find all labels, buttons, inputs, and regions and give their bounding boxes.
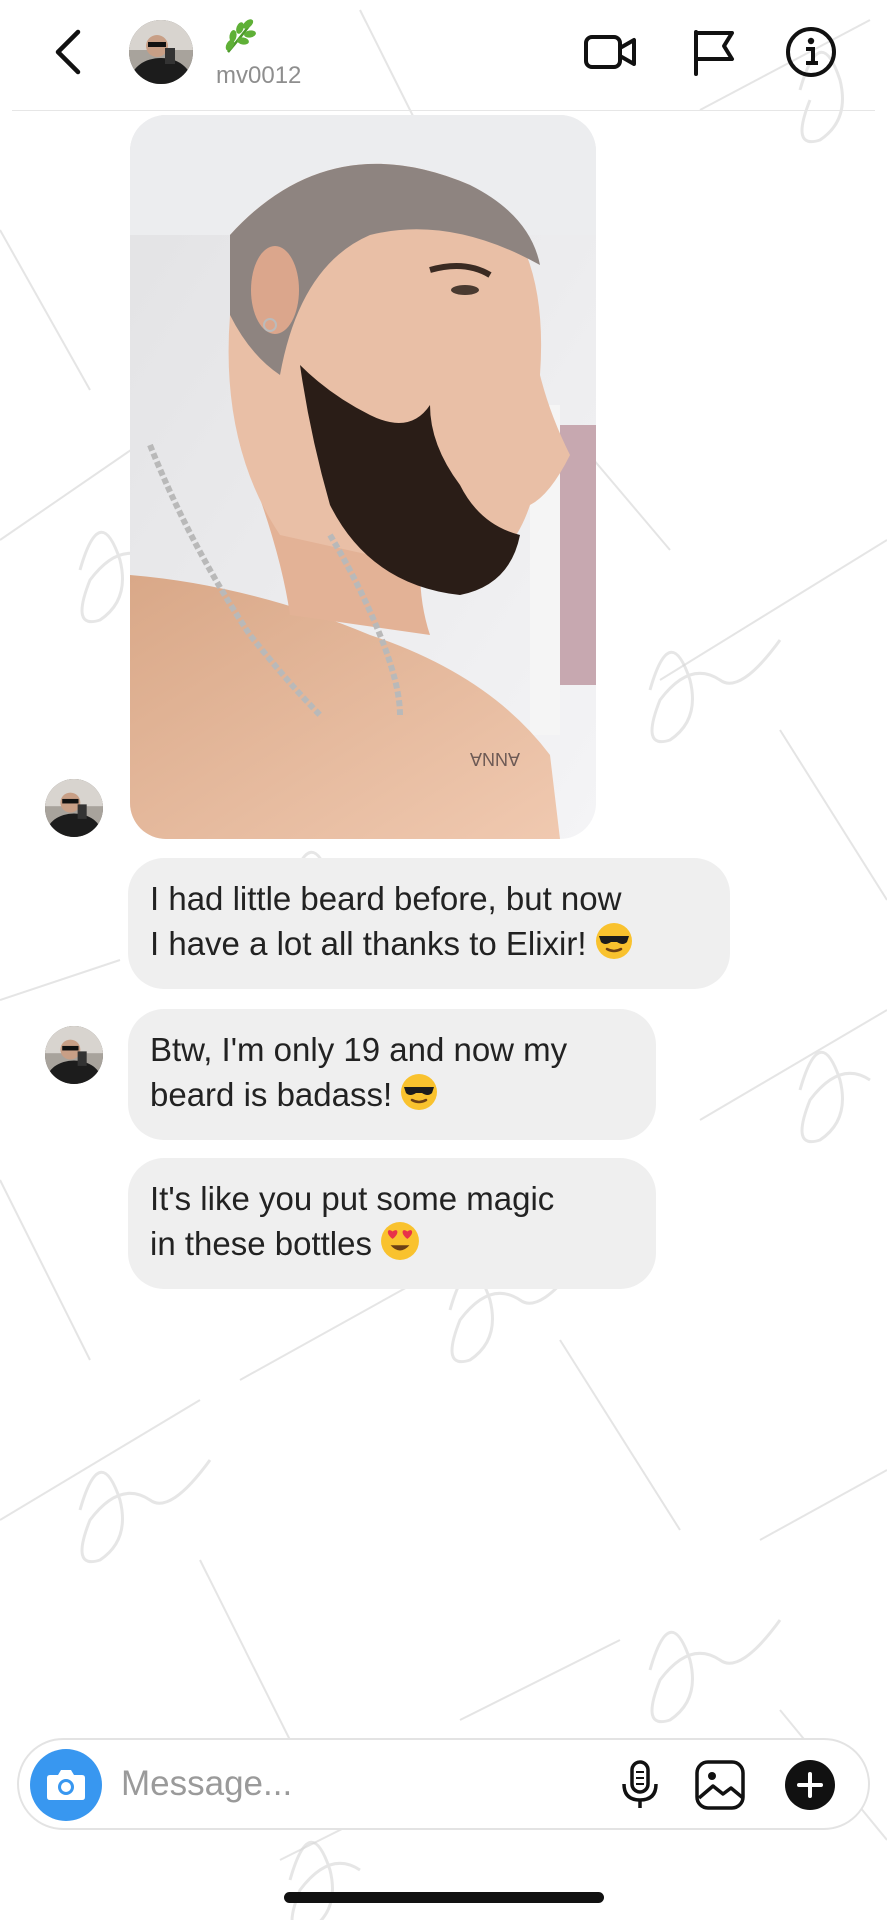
sunglasses-emoji bbox=[595, 922, 633, 971]
microphone-icon bbox=[622, 1760, 658, 1808]
sender-avatar[interactable] bbox=[45, 779, 103, 837]
leaf-icon bbox=[218, 14, 262, 58]
home-indicator bbox=[284, 1892, 604, 1903]
message-input[interactable]: Message... bbox=[121, 1764, 292, 1804]
image-icon bbox=[695, 1760, 745, 1810]
message-bubble[interactable]: I had little beard before, but now I hav… bbox=[128, 858, 730, 989]
flag-icon bbox=[694, 30, 734, 76]
sender-avatar[interactable] bbox=[45, 1026, 103, 1084]
info-icon bbox=[786, 27, 836, 77]
gallery-button[interactable] bbox=[693, 1758, 747, 1812]
voice-message-button[interactable] bbox=[613, 1758, 667, 1812]
message-line: I had little beard before, but now bbox=[150, 880, 622, 917]
message-bubble[interactable]: It's like you put some magic in these bo… bbox=[128, 1158, 656, 1289]
add-button[interactable] bbox=[783, 1758, 837, 1812]
username-label[interactable]: mv0012 bbox=[216, 62, 301, 90]
camera-button[interactable] bbox=[30, 1749, 102, 1821]
message-line: It's like you put some magic bbox=[150, 1180, 555, 1217]
message-line: beard is badass! bbox=[150, 1076, 393, 1113]
heart-eyes-emoji bbox=[380, 1221, 420, 1272]
message-bubble[interactable]: Btw, I'm only 19 and now my beard is bad… bbox=[128, 1009, 656, 1140]
camera-icon bbox=[47, 1770, 85, 1800]
header-divider bbox=[12, 110, 875, 111]
message-composer: Message... bbox=[17, 1738, 870, 1830]
video-call-button[interactable] bbox=[582, 24, 638, 80]
shared-photo[interactable]: ANNA bbox=[130, 115, 596, 839]
video-camera-icon bbox=[584, 35, 636, 69]
tattoo-text: ANNA bbox=[470, 749, 520, 769]
back-button[interactable] bbox=[50, 26, 90, 78]
report-button[interactable] bbox=[686, 24, 742, 80]
chat-header: mv0012 bbox=[0, 0, 887, 110]
plus-icon bbox=[785, 1760, 835, 1810]
chevron-left-icon bbox=[55, 29, 81, 75]
message-line: I have a lot all thanks to Elixir! bbox=[150, 925, 587, 962]
sunglasses-emoji bbox=[400, 1073, 438, 1122]
info-button[interactable] bbox=[783, 24, 839, 80]
message-line: Btw, I'm only 19 and now my bbox=[150, 1031, 568, 1068]
message-line: in these bottles bbox=[150, 1225, 372, 1263]
header-avatar[interactable] bbox=[129, 20, 193, 84]
